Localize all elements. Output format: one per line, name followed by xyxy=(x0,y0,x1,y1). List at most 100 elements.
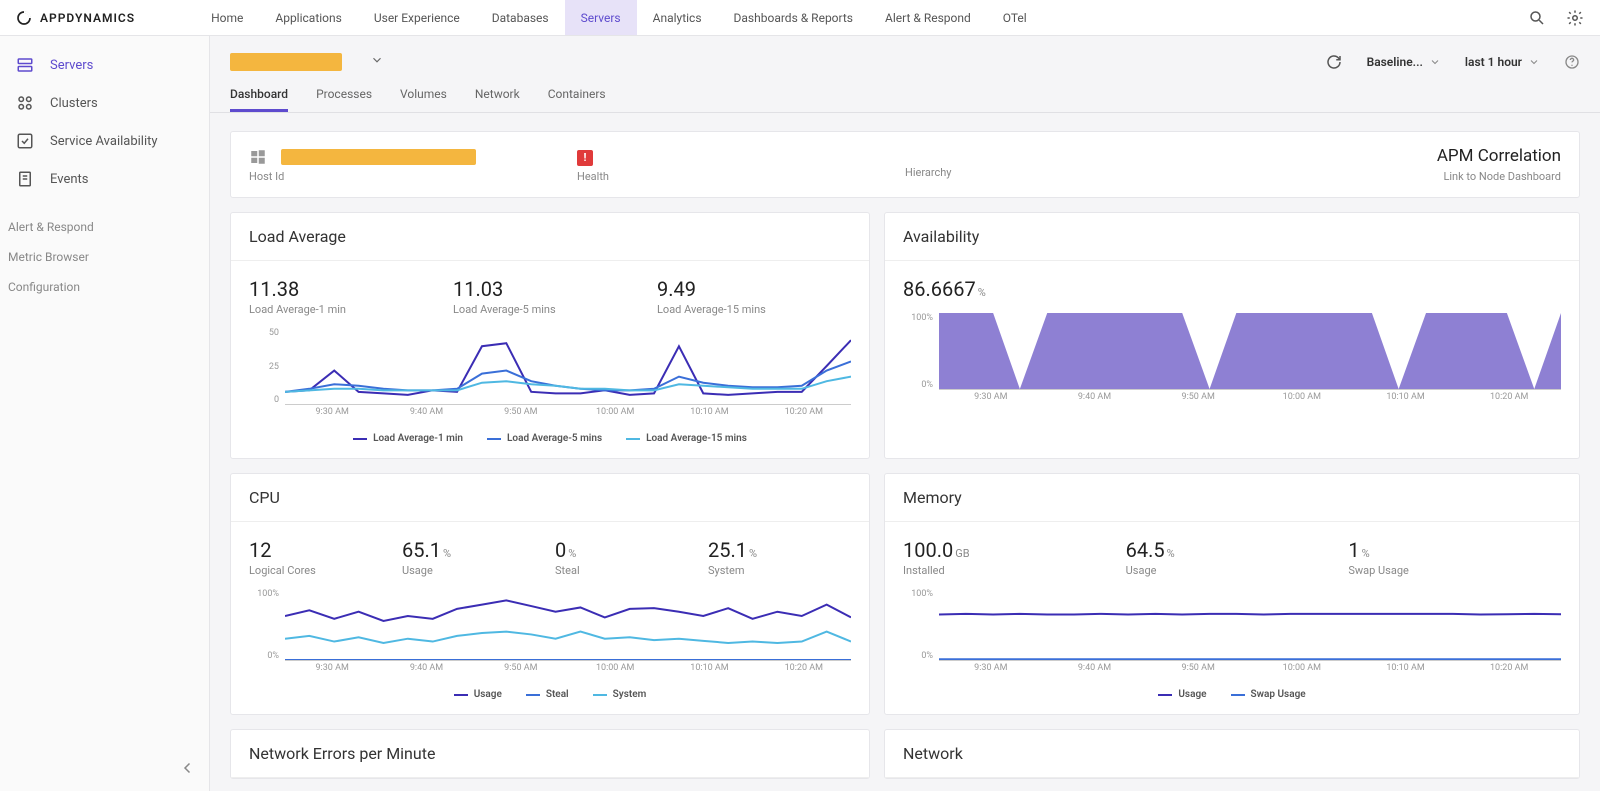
cpu-panel: CPU 12Logical Cores 65.1%Usage 0%Steal 25.1… xyxy=(230,473,870,715)
legend-item: System xyxy=(593,689,647,700)
availability-unit: % xyxy=(978,286,986,299)
stat: 12Logical Cores xyxy=(249,538,392,577)
collapse-sidebar-button[interactable] xyxy=(179,759,197,781)
chevron-left-icon xyxy=(179,759,197,777)
sidebar-sub-metric-browser[interactable]: Metric Browser xyxy=(0,242,209,272)
server-name-redacted xyxy=(230,53,342,71)
baseline-selector[interactable]: Baseline... xyxy=(1367,55,1441,69)
cpu-chart: 100%0% 9:30 AM9:40 AM9:50 AM10:00 AM10:1… xyxy=(249,589,851,679)
legend-item: Usage xyxy=(1158,689,1206,700)
panel-title: CPU xyxy=(231,474,869,522)
row-1: Load Average 11.38Load Average-1 min 11.0… xyxy=(230,212,1580,459)
network-panel: Network xyxy=(884,729,1580,779)
sidebar-subs: Alert & RespondMetric BrowserConfigurati… xyxy=(0,212,209,302)
availability-panel: Availability 86.6667% 100%0% 9:30 AM9:40… xyxy=(884,212,1580,459)
topnav-dashboards-reports[interactable]: Dashboards & Reports xyxy=(718,0,869,35)
tabs: Dashboard Processes Volumes Network Containe… xyxy=(210,79,1600,113)
help-icon[interactable] xyxy=(1564,54,1580,70)
panel-title: Load Average xyxy=(231,213,869,261)
subheader-controls: Baseline... last 1 hour xyxy=(1325,53,1580,71)
stat: 11.03Load Average-5 mins xyxy=(453,277,647,316)
panel-title: Memory xyxy=(885,474,1579,522)
topnav-otel[interactable]: OTel xyxy=(987,0,1043,35)
baseline-label: Baseline... xyxy=(1367,55,1423,69)
row-2: CPU 12Logical Cores 65.1%Usage 0%Steal 25.1… xyxy=(230,473,1580,715)
clusters-icon xyxy=(16,94,34,112)
sidebar-item-service-availability[interactable]: Service Availability xyxy=(0,122,209,160)
document-icon xyxy=(16,170,34,188)
panel-title: Network xyxy=(885,730,1579,778)
shell: ServersClustersService AvailabilityEvent… xyxy=(0,36,1600,791)
topnav-analytics[interactable]: Analytics xyxy=(637,0,718,35)
sidebar-item-servers[interactable]: Servers xyxy=(0,46,209,84)
appdynamics-logo-icon xyxy=(16,10,32,26)
apm-col: APM Correlation Link to Node Dashboard xyxy=(1233,146,1561,183)
topnav-servers[interactable]: Servers xyxy=(565,0,637,35)
sidebar-item-clusters[interactable]: Clusters xyxy=(0,84,209,122)
server-info-card: Host Id ! Health Hierarchy APM Correlati… xyxy=(230,131,1580,198)
legend-item: Load Average-5 mins xyxy=(487,433,602,444)
host-id-label: Host Id xyxy=(249,170,577,183)
stat: 11.38Load Average-1 min xyxy=(249,277,443,316)
health-label: Health xyxy=(577,170,905,183)
topnav-databases[interactable]: Databases xyxy=(476,0,565,35)
check-square-icon xyxy=(16,132,34,150)
memory-chart: 100%0% 9:30 AM9:40 AM9:50 AM10:00 AM10:1… xyxy=(903,589,1561,679)
host-id-redacted xyxy=(281,149,476,165)
hierarchy-label: Hierarchy xyxy=(905,166,1233,179)
health-critical-badge: ! xyxy=(577,150,593,166)
tab-containers[interactable]: Containers xyxy=(548,79,606,112)
chevron-down-icon xyxy=(370,53,384,67)
load-stats: 11.38Load Average-1 min 11.03Load Average… xyxy=(249,277,851,316)
subheader: Baseline... last 1 hour xyxy=(210,36,1600,79)
tab-network[interactable]: Network xyxy=(475,79,520,112)
timerange-selector[interactable]: last 1 hour xyxy=(1465,55,1540,69)
main: Baseline... last 1 hour Dashboard Process… xyxy=(210,36,1600,791)
servers-icon xyxy=(16,56,34,74)
availability-value: 86.6667 xyxy=(903,277,976,301)
stat: 0%Steal xyxy=(555,538,698,577)
memory-panel: Memory 100.0GBInstalled64.5%Usage1%Swap … xyxy=(884,473,1580,715)
content-scroll[interactable]: Host Id ! Health Hierarchy APM Correlati… xyxy=(210,113,1600,791)
apm-title: APM Correlation xyxy=(1233,146,1561,166)
sidebar-sub-alert-respond[interactable]: Alert & Respond xyxy=(0,212,209,242)
sidebar: ServersClustersService AvailabilityEvent… xyxy=(0,36,210,791)
sidebar-item-events[interactable]: Events xyxy=(0,160,209,198)
topnav-user-experience[interactable]: User Experience xyxy=(358,0,476,35)
apm-link[interactable]: Link to Node Dashboard xyxy=(1233,170,1561,183)
topnav-applications[interactable]: Applications xyxy=(259,0,357,35)
legend-item: Usage xyxy=(454,689,502,700)
server-dropdown[interactable] xyxy=(370,52,384,71)
stat: 25.1%System xyxy=(708,538,851,577)
topnav-home[interactable]: Home xyxy=(195,0,259,35)
search-icon[interactable] xyxy=(1528,9,1546,27)
availability-chart: 100%0% 9:30 AM9:40 AM9:50 AM10:00 AM10:1… xyxy=(903,313,1561,408)
logo: APPDYNAMICS xyxy=(16,10,135,26)
stat: 100.0GBInstalled xyxy=(903,538,1116,577)
health-col: ! Health xyxy=(577,146,905,183)
topnav-alert-respond[interactable]: Alert & Respond xyxy=(869,0,987,35)
network-errors-panel: Network Errors per Minute xyxy=(230,729,870,779)
topbar: APPDYNAMICS HomeApplicationsUser Experie… xyxy=(0,0,1600,36)
legend-item: Steal xyxy=(526,689,569,700)
stat: 1%Swap Usage xyxy=(1348,538,1561,577)
legend-item: Load Average-15 mins xyxy=(626,433,747,444)
sidebar-items: ServersClustersService AvailabilityEvent… xyxy=(0,46,209,198)
chevron-down-icon xyxy=(1429,56,1441,68)
gear-icon[interactable] xyxy=(1566,9,1584,27)
legend-item: Swap Usage xyxy=(1231,689,1306,700)
brand-text: APPDYNAMICS xyxy=(40,11,135,25)
panel-title: Network Errors per Minute xyxy=(231,730,869,778)
tab-dashboard[interactable]: Dashboard xyxy=(230,79,288,112)
tab-processes[interactable]: Processes xyxy=(316,79,372,112)
refresh-icon[interactable] xyxy=(1325,53,1343,71)
hierarchy-col: Hierarchy xyxy=(905,146,1233,183)
legend-item: Load Average-1 min xyxy=(353,433,463,444)
sidebar-sub-configuration[interactable]: Configuration xyxy=(0,272,209,302)
stat: 65.1%Usage xyxy=(402,538,545,577)
host-id-col: Host Id xyxy=(249,146,577,183)
tab-volumes[interactable]: Volumes xyxy=(400,79,447,112)
stat: 9.49Load Average-15 mins xyxy=(657,277,851,316)
row-3: Network Errors per Minute Network xyxy=(230,729,1580,779)
windows-icon xyxy=(249,148,267,166)
